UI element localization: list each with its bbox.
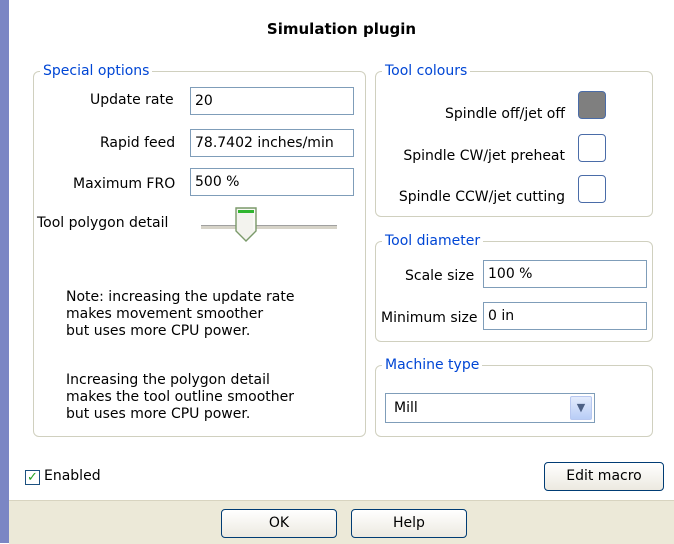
- spindle-cw-label: Spindle CW/jet preheat: [403, 148, 565, 164]
- rapid-feed-input[interactable]: [190, 129, 354, 157]
- tool-diameter-legend: Tool diameter: [385, 233, 481, 249]
- note-line: makes movement smoother: [66, 306, 264, 322]
- dialog-button-bar: OK Help: [9, 500, 674, 544]
- minimum-size-label: Minimum size: [381, 310, 478, 326]
- ok-button[interactable]: OK: [221, 509, 337, 538]
- polygon-detail-slider-track[interactable]: [201, 225, 337, 230]
- enabled-checkbox[interactable]: ✓: [25, 470, 40, 485]
- note-line: makes the tool outline smoother: [66, 389, 295, 405]
- machine-type-value: Mill: [394, 400, 418, 416]
- note-line: Increasing the polygon detail: [66, 372, 270, 388]
- chevron-down-icon[interactable]: ▼: [570, 396, 592, 420]
- edit-macro-button[interactable]: Edit macro: [544, 462, 664, 491]
- polygon-detail-note: Increasing the polygon detail makes the …: [66, 372, 294, 423]
- note-line: Note: increasing the update rate: [66, 289, 295, 305]
- special-options-legend: Special options: [43, 63, 150, 79]
- spindle-cw-colour-swatch[interactable]: [578, 134, 606, 162]
- check-icon: ✓: [27, 470, 38, 485]
- maximum-fro-input[interactable]: [190, 168, 354, 196]
- update-rate-note: Note: increasing the update rate makes m…: [66, 289, 294, 340]
- note-line: but uses more CPU power.: [66, 406, 251, 422]
- window-left-edge: [0, 0, 9, 543]
- maximum-fro-label: Maximum FRO: [73, 176, 176, 192]
- tool-colours-legend: Tool colours: [385, 63, 468, 79]
- machine-type-legend: Machine type: [385, 357, 480, 373]
- rapid-feed-label: Rapid feed: [100, 135, 176, 151]
- update-rate-input[interactable]: [190, 87, 354, 115]
- slider-thumb-icon[interactable]: [235, 207, 257, 243]
- spindle-ccw-colour-swatch[interactable]: [578, 175, 606, 203]
- scale-size-input[interactable]: [483, 260, 647, 288]
- dialog-title: Simulation plugin: [266, 20, 417, 38]
- scale-size-label: Scale size: [405, 268, 475, 284]
- enabled-label: Enabled: [44, 468, 101, 484]
- note-line: but uses more CPU power.: [66, 323, 251, 339]
- update-rate-label: Update rate: [90, 92, 174, 108]
- polygon-detail-label: Tool polygon detail: [37, 215, 169, 231]
- spindle-ccw-label: Spindle CCW/jet cutting: [398, 189, 565, 205]
- spindle-off-colour-swatch[interactable]: [578, 91, 606, 119]
- machine-type-select[interactable]: Mill ▼: [385, 393, 595, 423]
- plugin-panel: Simulation plugin Special options Update…: [9, 0, 674, 500]
- minimum-size-input[interactable]: [483, 302, 647, 330]
- help-button[interactable]: Help: [351, 509, 467, 538]
- spindle-off-label: Spindle off/jet off: [445, 106, 565, 122]
